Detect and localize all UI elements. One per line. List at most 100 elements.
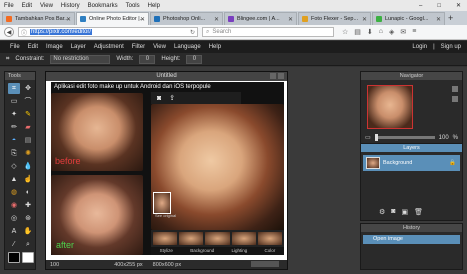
minimize-icon[interactable]: – (415, 3, 426, 9)
menu-history[interactable]: History (57, 3, 84, 9)
clone-tool-icon[interactable]: ⎘ (8, 148, 20, 159)
chat-icon[interactable]: ✉ (400, 28, 406, 36)
secondary-color-icon[interactable] (22, 252, 34, 263)
constraint-select[interactable]: No restriction (50, 54, 111, 64)
blur-tool-icon[interactable]: 💧 (22, 161, 34, 172)
tab-close-icon[interactable]: ✕ (288, 16, 293, 23)
tab-photoshop-online[interactable]: Photoshop Onli... ✕ (150, 12, 223, 25)
menu-view[interactable]: View (36, 3, 57, 9)
layer-mask-icon[interactable]: ◙ (391, 208, 395, 216)
app-menu-help[interactable]: Help (205, 44, 225, 50)
star-icon[interactable]: ☆ (342, 28, 348, 36)
smudge-tool-icon[interactable]: ☝ (22, 174, 34, 185)
new-layer-icon[interactable]: ▣ (402, 208, 409, 216)
menu-edit[interactable]: Edit (18, 3, 36, 9)
signup-link[interactable]: Sign up (441, 44, 461, 50)
menu-tools[interactable]: Tools (122, 3, 144, 9)
drawing-tool-icon[interactable]: ◇ (8, 161, 20, 172)
url-bar[interactable]: ⓘ https://pixlr.com/editor/ ↻ (18, 27, 198, 37)
tab-tambahkan[interactable]: Tambahkan Pos Bar... ✕ (2, 12, 75, 25)
info-icon[interactable]: ⓘ (21, 28, 27, 37)
app-menu-language[interactable]: Language (170, 44, 205, 50)
reader-icon[interactable]: ▤ (354, 28, 361, 36)
tab-close-icon[interactable]: ✕ (66, 16, 71, 23)
tab-close-icon[interactable]: ✕ (214, 16, 219, 23)
tab-pixlr[interactable]: Online Photo Editor |... ✕ (76, 12, 149, 25)
spot-heal-tool-icon[interactable]: ✚ (22, 200, 34, 211)
home-icon[interactable]: ⌂ (379, 28, 383, 36)
tab-foto-flexer[interactable]: Foto Flexer - Sep... ✕ (298, 12, 371, 25)
width-field[interactable]: 0 (139, 54, 156, 64)
lasso-tool-icon[interactable]: ⌒ (22, 96, 34, 107)
bloat-tool-icon[interactable]: ◎ (8, 213, 20, 224)
menu-file[interactable]: File (0, 3, 18, 9)
zoom-value[interactable]: 100 (439, 135, 449, 141)
document-titlebar[interactable]: Untitled (46, 72, 287, 81)
download-icon[interactable]: ⬇ (367, 28, 373, 36)
app-menu-image[interactable]: Image (42, 44, 67, 50)
tab-close-icon[interactable]: ✕ (436, 16, 441, 23)
app-menu-file[interactable]: File (6, 44, 24, 50)
gradient-tool-icon[interactable]: ▤ (22, 135, 34, 146)
bucket-tool-icon[interactable]: ◓ (8, 135, 20, 146)
brush-tool-icon[interactable]: ✏ (8, 122, 20, 133)
dodge-tool-icon[interactable]: ◐ (22, 187, 34, 198)
reload-icon[interactable]: ↻ (190, 29, 195, 36)
tab-close-icon[interactable]: ✕ (140, 16, 145, 23)
app-menu-view[interactable]: View (149, 44, 170, 50)
new-tab-button[interactable]: + (448, 13, 453, 23)
crop-tool-icon[interactable]: ⌗ (8, 83, 20, 94)
horizontal-scrollbar[interactable] (251, 261, 279, 267)
menu-help[interactable]: Help (144, 3, 164, 9)
favicon-icon (6, 16, 12, 22)
app-menu-filter[interactable]: Filter (128, 44, 149, 50)
image-canvas[interactable]: Aplikasi edit foto make up untuk Android… (51, 82, 284, 255)
history-item-open-image[interactable]: Open image (363, 235, 460, 244)
eyedropper-tool-icon[interactable]: ⁄ (8, 239, 20, 250)
zoom-in-icon[interactable] (452, 86, 458, 92)
navigator-preview[interactable] (367, 85, 413, 129)
app-menu-adjustment[interactable]: Adjustment (90, 44, 128, 50)
tab-lunapic[interactable]: Lunapic - Googl... ✕ (372, 12, 445, 25)
zoom-slider[interactable] (374, 134, 435, 141)
pencil-tool-icon[interactable]: ✎ (22, 109, 34, 120)
search-input[interactable]: ⌕ Search (202, 27, 334, 37)
layer-settings-icon[interactable]: ⚙ (379, 208, 385, 216)
hamburger-menu-icon[interactable]: ≡ (412, 28, 416, 36)
move-tool-icon[interactable]: ✥ (22, 83, 34, 94)
pinch-tool-icon[interactable]: ⊛ (22, 213, 34, 224)
doc-zoom[interactable]: 100 (50, 262, 59, 268)
tab-close-icon[interactable]: ✕ (362, 16, 367, 23)
eraser-tool-icon[interactable]: ▰ (22, 122, 34, 133)
menu-bookmarks[interactable]: Bookmarks (84, 3, 122, 9)
doc-minimize-icon[interactable] (270, 73, 276, 79)
color-replace-tool-icon[interactable]: ✺ (22, 148, 34, 159)
zoom-tool-icon[interactable]: ⌕ (22, 239, 34, 250)
crop-icon: ⌗ (6, 55, 10, 62)
height-field[interactable]: 0 (186, 54, 203, 64)
marquee-tool-icon[interactable]: ▭ (8, 96, 20, 107)
tab-blingee[interactable]: Blingee.com | A... ✕ (224, 12, 297, 25)
delete-layer-icon[interactable]: 🗑 (414, 208, 423, 216)
zoom-out-icon[interactable] (452, 96, 458, 102)
app-menu-layer[interactable]: Layer (67, 44, 90, 50)
wand-tool-icon[interactable]: ✦ (8, 109, 20, 120)
red-eye-tool-icon[interactable]: ◉ (8, 200, 20, 211)
close-icon[interactable]: ✕ (452, 2, 465, 9)
doc-close-icon[interactable] (278, 73, 284, 79)
zoom-out-small-icon[interactable]: ▭ (365, 134, 371, 141)
app-menu-edit[interactable]: Edit (24, 44, 42, 50)
document-window-controls (270, 73, 284, 79)
type-tool-icon[interactable]: A (8, 226, 20, 237)
lock-icon[interactable]: 🔒 (449, 160, 456, 166)
layer-item-background[interactable]: Background 🔒 (363, 155, 460, 171)
shield-icon[interactable]: ◈ (389, 28, 394, 36)
back-button[interactable]: ◀ (4, 27, 14, 37)
sponge-tool-icon[interactable]: ◍ (8, 187, 20, 198)
sharpen-tool-icon[interactable]: ▲ (8, 174, 20, 185)
maximize-icon[interactable]: □ (433, 3, 445, 9)
zoom-slider-handle[interactable] (375, 134, 379, 141)
login-link[interactable]: Login (412, 44, 427, 50)
hand-tool-icon[interactable]: ✋ (22, 226, 34, 237)
primary-color-icon[interactable] (8, 252, 20, 263)
